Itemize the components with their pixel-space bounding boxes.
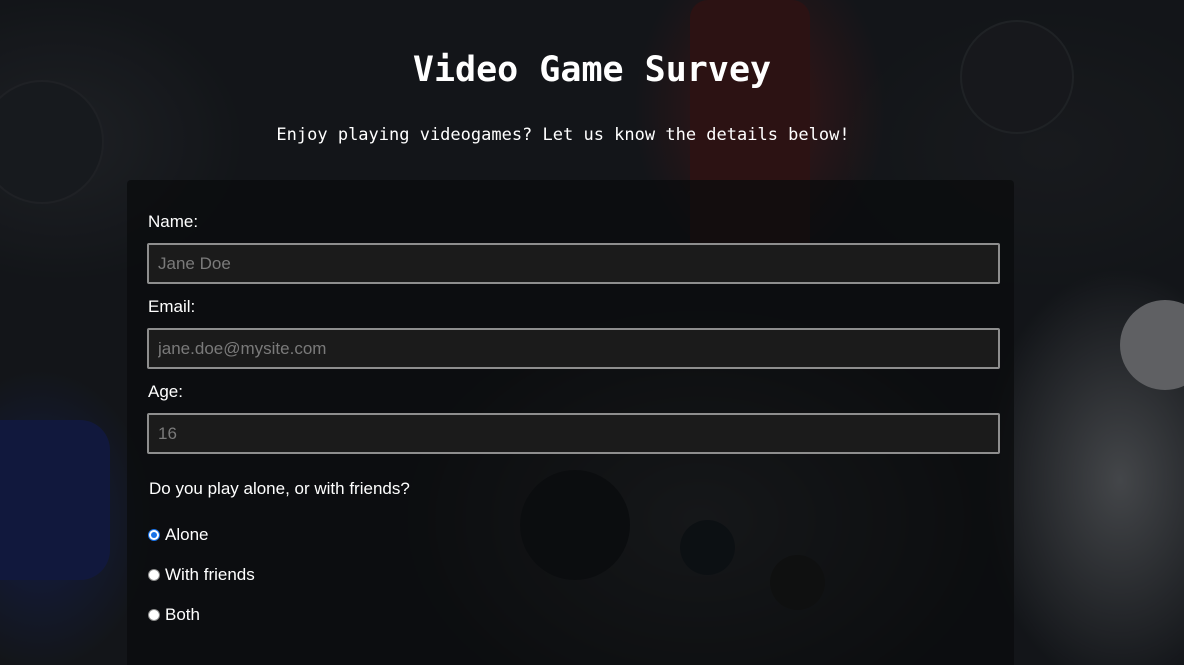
radio-label-with-friends: With friends <box>165 565 255 584</box>
radio-button-with-friends[interactable] <box>148 569 160 581</box>
page-title: Video Game Survey <box>412 50 772 90</box>
email-label: Email: <box>148 297 196 316</box>
name-label: Name: <box>148 212 199 231</box>
name-input[interactable] <box>147 243 1000 284</box>
page-description: Enjoy playing videogames? Let us know th… <box>276 125 850 145</box>
radio-button-both[interactable] <box>148 609 160 621</box>
email-input[interactable] <box>147 328 1000 369</box>
radio-option-alone[interactable]: Alone <box>148 525 208 545</box>
radio-option-both[interactable]: Both <box>148 605 200 625</box>
play-question-label: Do you play alone, or with friends? <box>149 479 410 498</box>
age-input[interactable] <box>147 413 1000 454</box>
radio-button-alone[interactable] <box>148 529 160 541</box>
radio-option-with-friends[interactable]: With friends <box>148 565 255 585</box>
age-label: Age: <box>148 382 183 401</box>
radio-label-both: Both <box>165 605 200 624</box>
radio-label-alone: Alone <box>165 525 209 544</box>
